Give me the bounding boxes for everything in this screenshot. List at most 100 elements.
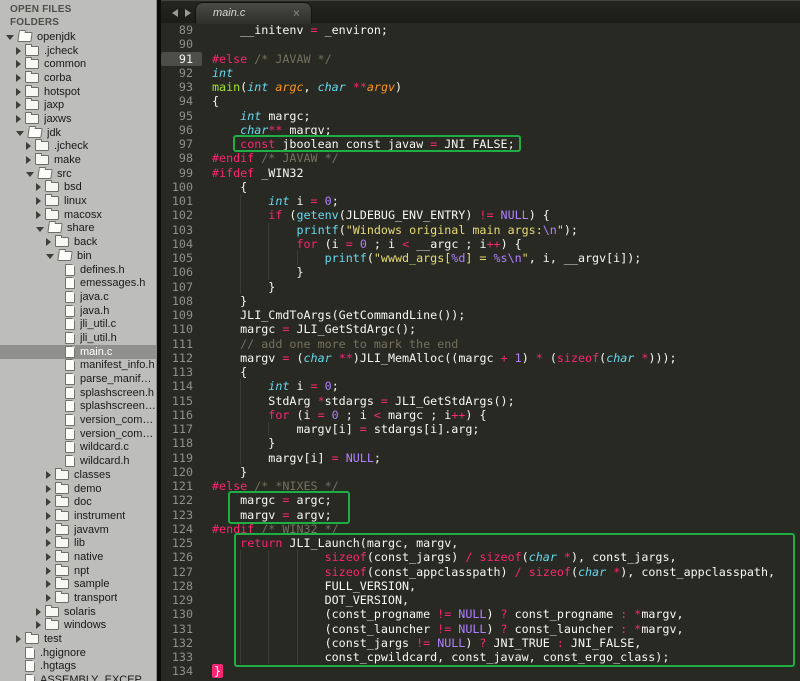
- code-line-95[interactable]: int margc;: [212, 109, 775, 123]
- tree-item-ASSEMBLY_EXCEPTION[interactable]: ASSEMBLY_EXCEPTION: [0, 673, 156, 681]
- line-number-92[interactable]: 92: [161, 66, 202, 80]
- code-line-130[interactable]: (const_progname != NULL) ? const_prognam…: [212, 607, 775, 622]
- tree-item-jli_util.c[interactable]: jli_util.c: [0, 317, 156, 331]
- tree-item-.jcheck[interactable]: .jcheck: [0, 139, 156, 154]
- expand-triangle-icon[interactable]: [16, 87, 21, 96]
- expand-triangle-icon[interactable]: [16, 101, 21, 110]
- expand-triangle-icon[interactable]: [46, 238, 51, 247]
- tree-item-wildcard.h[interactable]: wildcard.h: [0, 454, 156, 468]
- line-number-130[interactable]: 130: [161, 607, 202, 621]
- collapse-triangle-icon[interactable]: [36, 226, 44, 232]
- code-line-90[interactable]: [212, 37, 775, 51]
- code-line-103[interactable]: printf("Windows original main args:\n");: [212, 222, 775, 237]
- line-number-89[interactable]: 89: [161, 23, 202, 37]
- line-number-104[interactable]: 104: [161, 237, 202, 251]
- tree-item-solaris[interactable]: solaris: [0, 604, 156, 619]
- expand-triangle-icon[interactable]: [16, 46, 21, 55]
- line-number-133[interactable]: 133: [161, 650, 202, 664]
- line-number-96[interactable]: 96: [161, 123, 202, 137]
- expand-triangle-icon[interactable]: [46, 580, 51, 589]
- tree-item-.hgtags[interactable]: .hgtags: [0, 660, 156, 674]
- expand-triangle-icon[interactable]: [26, 156, 31, 165]
- tree-item-hotspot[interactable]: hotspot: [0, 84, 156, 99]
- line-number-123[interactable]: 123: [161, 508, 202, 522]
- tree-item-make[interactable]: make: [0, 153, 156, 167]
- code-line-111[interactable]: // add one more to mark the end: [212, 337, 775, 351]
- code-line-114[interactable]: int i = 0;: [212, 379, 775, 394]
- tree-item-instrument[interactable]: instrument: [0, 508, 156, 523]
- expand-triangle-icon[interactable]: [36, 183, 41, 192]
- tree-item-java.c[interactable]: java.c: [0, 290, 156, 304]
- tree-item-windows[interactable]: windows: [0, 618, 156, 633]
- line-number-124[interactable]: 124: [161, 522, 202, 536]
- line-number-125[interactable]: 125: [161, 536, 202, 550]
- expand-triangle-icon[interactable]: [46, 470, 51, 479]
- code-line-112[interactable]: margv = (char **)JLI_MemAlloc((margc + 1…: [212, 351, 775, 365]
- tree-item-jli_util.h[interactable]: jli_util.h: [0, 331, 156, 345]
- code-line-124[interactable]: #endif /* WIN32 */: [212, 522, 775, 536]
- code-line-131[interactable]: (const_launcher != NULL) ? const_launche…: [212, 621, 775, 636]
- collapse-triangle-icon[interactable]: [16, 131, 24, 137]
- tree-item-emessages.h[interactable]: emessages.h: [0, 276, 156, 290]
- tree-item-share[interactable]: share: [0, 222, 156, 236]
- line-number-132[interactable]: 132: [161, 636, 202, 650]
- tree-item-linux[interactable]: linux: [0, 194, 156, 208]
- expand-triangle-icon[interactable]: [36, 210, 41, 219]
- code-line-119[interactable]: margv[i] = NULL;: [212, 450, 775, 465]
- code-line-126[interactable]: sizeof(const_jargs) / sizeof(char *), co…: [212, 550, 775, 565]
- code-line-109[interactable]: JLI_CmdToArgs(GetCommandLine());: [212, 308, 775, 322]
- tree-item-openjdk[interactable]: openjdk: [0, 30, 156, 44]
- tree-item-corba[interactable]: corba: [0, 70, 156, 85]
- tree-item-.jcheck[interactable]: .jcheck: [0, 43, 156, 58]
- code-line-127[interactable]: sizeof(const_appclasspath) / sizeof(char…: [212, 564, 775, 579]
- collapse-triangle-icon[interactable]: [26, 172, 34, 178]
- tree-item-wildcard.c[interactable]: wildcard.c: [0, 441, 156, 455]
- code-line-106[interactable]: }: [212, 265, 775, 280]
- tree-item-manifest_info.h[interactable]: manifest_info.h: [0, 359, 156, 373]
- tree-item-splashscreen.h[interactable]: splashscreen.h: [0, 386, 156, 400]
- line-number-101[interactable]: 101: [161, 194, 202, 208]
- expand-triangle-icon[interactable]: [46, 484, 51, 493]
- line-number-112[interactable]: 112: [161, 351, 202, 365]
- expand-triangle-icon[interactable]: [16, 60, 21, 69]
- line-number-107[interactable]: 107: [161, 280, 202, 294]
- line-number-116[interactable]: 116: [161, 408, 202, 422]
- code-line-132[interactable]: (const_jargs != NULL) ? JNI_TRUE : JNI_F…: [212, 635, 775, 650]
- line-number-103[interactable]: 103: [161, 223, 202, 237]
- collapse-triangle-icon[interactable]: [6, 35, 14, 41]
- code-line-102[interactable]: if (getenv(JLDEBUG_ENV_ENTRY) != NULL) {: [212, 208, 775, 223]
- code-line-117[interactable]: margv[i] = stdargs[i].arg;: [212, 422, 775, 437]
- tree-item-javavm[interactable]: javavm: [0, 522, 156, 537]
- tree-item-splashscreen_stubs.c[interactable]: splashscreen_stubs.c: [0, 400, 156, 414]
- line-number-102[interactable]: 102: [161, 208, 202, 222]
- tree-item-sample[interactable]: sample: [0, 577, 156, 592]
- expand-triangle-icon[interactable]: [46, 566, 51, 575]
- code-line-121[interactable]: #else /* *NIXES */: [212, 479, 775, 493]
- line-number-121[interactable]: 121: [161, 479, 202, 493]
- tree-item-back[interactable]: back: [0, 235, 156, 249]
- tree-item-doc[interactable]: doc: [0, 495, 156, 509]
- code-line-98[interactable]: #endif /* JAVAW */: [212, 151, 775, 165]
- line-number-128[interactable]: 128: [161, 579, 202, 593]
- line-number-114[interactable]: 114: [161, 379, 202, 393]
- tree-item-bsd[interactable]: bsd: [0, 180, 156, 195]
- code-line-94[interactable]: {: [212, 94, 775, 108]
- line-number-127[interactable]: 127: [161, 565, 202, 579]
- tree-item-macosx[interactable]: macosx: [0, 207, 156, 222]
- tree-item-test[interactable]: test: [0, 632, 156, 646]
- tree-item-transport[interactable]: transport: [0, 591, 156, 605]
- line-number-91[interactable]: 91: [161, 51, 202, 66]
- code-line-120[interactable]: }: [212, 465, 775, 479]
- code-line-105[interactable]: printf("wwwd_args[%d] = %s\n", i, __argv…: [212, 251, 775, 266]
- line-number-98[interactable]: 98: [161, 151, 202, 165]
- expand-triangle-icon[interactable]: [16, 114, 21, 123]
- code-line-89[interactable]: __initenv = _environ;: [212, 23, 775, 37]
- line-number-105[interactable]: 105: [161, 251, 202, 265]
- tree-item-version_comp.c[interactable]: version_comp.c: [0, 413, 156, 427]
- line-number-93[interactable]: 93: [161, 80, 202, 94]
- tree-item-bin[interactable]: bin: [0, 249, 156, 263]
- code-line-96[interactable]: char** margv;: [212, 123, 775, 137]
- tree-item-jaxp[interactable]: jaxp: [0, 98, 156, 112]
- tree-item-classes[interactable]: classes: [0, 467, 156, 482]
- tree-item-lib[interactable]: lib: [0, 536, 156, 550]
